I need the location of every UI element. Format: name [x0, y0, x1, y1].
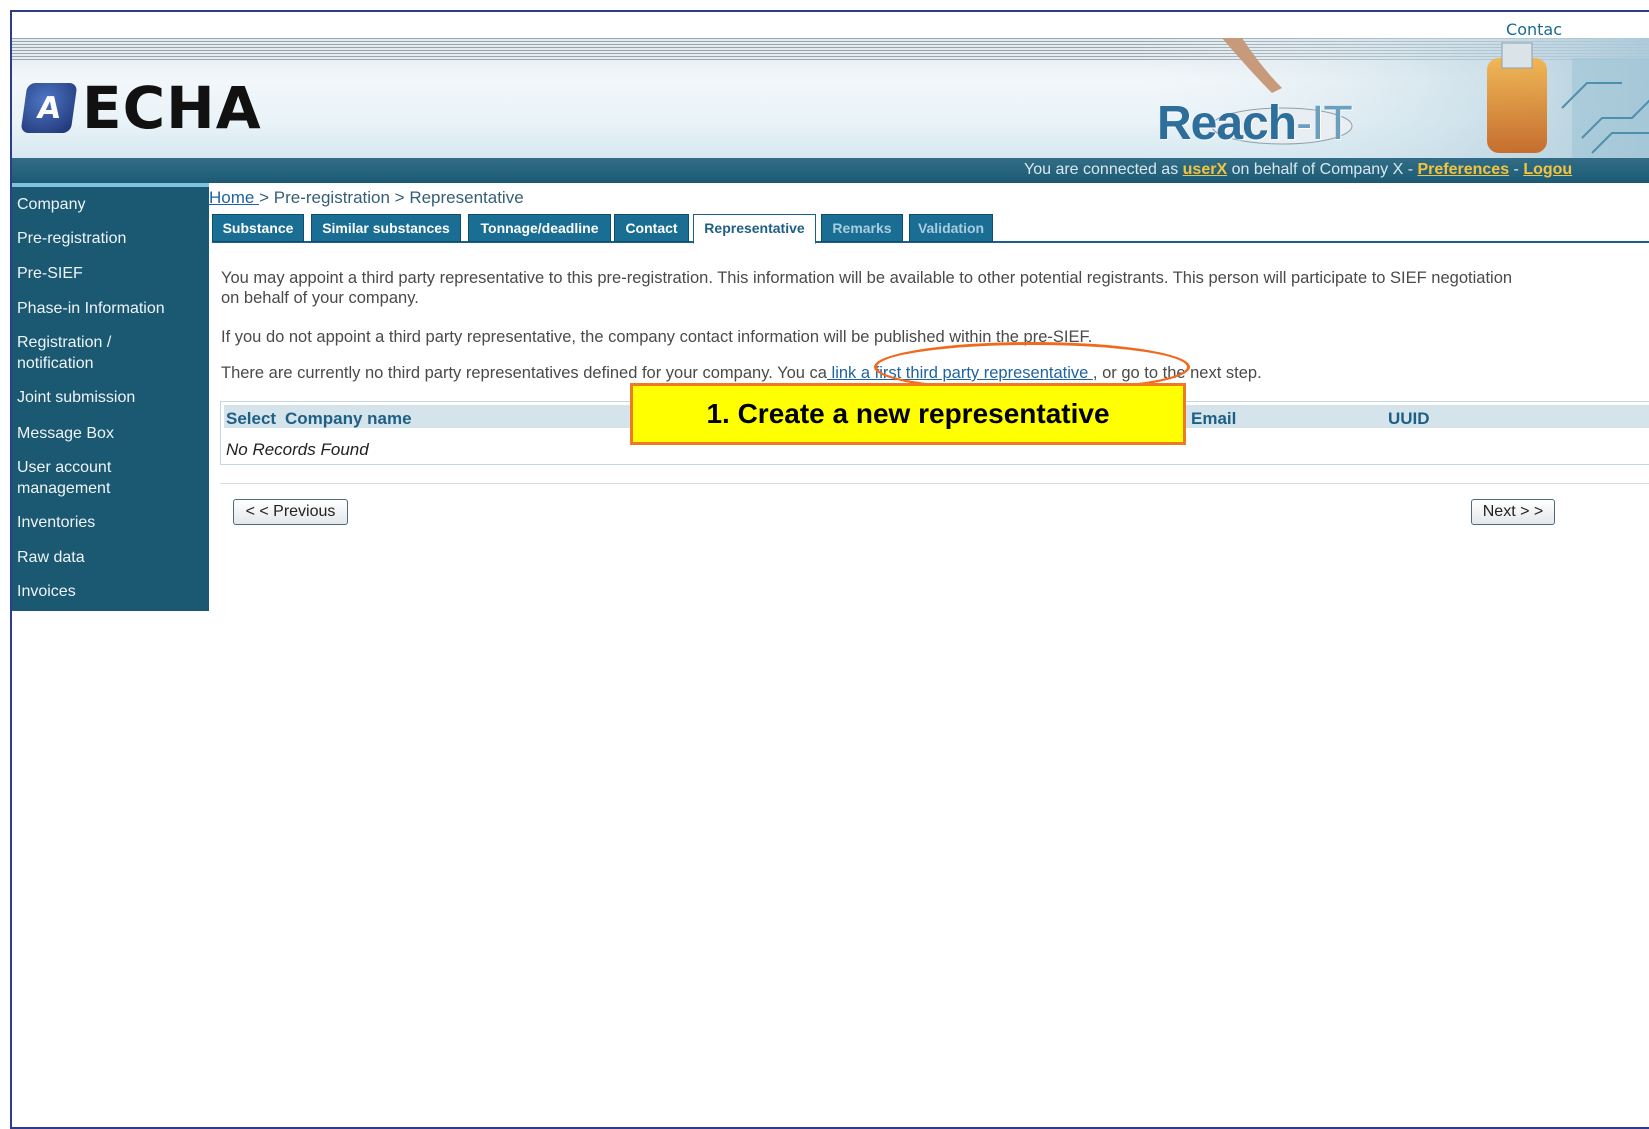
tab-contact[interactable]: Contact: [614, 214, 689, 242]
connection-bar: You are connected as userX on behalf of …: [12, 158, 1649, 183]
header-banner: A ECHA Reach-IT: [12, 38, 1649, 158]
column-header-email[interactable]: Email: [1191, 409, 1236, 429]
conn-prefix: You are connected as: [1024, 161, 1179, 178]
user-link[interactable]: userX: [1183, 161, 1227, 178]
sidebar-item-invoices[interactable]: Invoices: [17, 581, 76, 602]
column-header-uuid[interactable]: UUID: [1388, 409, 1430, 429]
tab-remarks[interactable]: Remarks: [821, 214, 903, 242]
intro-paragraph: You may appoint a third party representa…: [221, 269, 1513, 307]
echa-emblem-icon: A: [20, 83, 78, 133]
conn-sep: -: [1513, 161, 1519, 178]
status-text-prefix: There are currently no third party repre…: [221, 364, 827, 382]
tab-substance[interactable]: Substance: [212, 214, 304, 242]
logo-text: ECHA: [82, 74, 262, 142]
tab-validation[interactable]: Validation: [909, 214, 993, 242]
breadcrumb-home[interactable]: Home: [209, 188, 259, 207]
preferences-link[interactable]: Preferences: [1417, 161, 1509, 178]
contact-link[interactable]: Contac: [1506, 20, 1562, 39]
sidebar-item-joint-submission[interactable]: Joint submission: [17, 387, 135, 408]
instruction-callout: 1. Create a new representative: [630, 383, 1186, 445]
sidebar-item-message-box[interactable]: Message Box: [17, 423, 114, 444]
sidebar-menu: Company Pre-registration Pre-SIEF Phase-…: [12, 183, 209, 611]
app-title-main: Reach: [1157, 97, 1297, 150]
sidebar-item-pre-registration[interactable]: Pre-registration: [17, 228, 126, 249]
echa-logo: A ECHA: [20, 74, 262, 142]
connection-status: You are connected as userX on behalf of …: [1024, 161, 1572, 179]
sidebar-item-raw-data[interactable]: Raw data: [17, 547, 85, 568]
conn-middle: on behalf of Company X -: [1231, 161, 1414, 178]
previous-button[interactable]: < < Previous: [233, 499, 348, 525]
breadcrumb: Home > Pre-registration > Representative: [209, 188, 524, 208]
sidebar-item-inventories[interactable]: Inventories: [17, 512, 95, 533]
column-header-select[interactable]: Select: [226, 409, 276, 429]
breadcrumb-rest: > Pre-registration > Representative: [259, 188, 524, 207]
app-window: Contac A ECHA Reach-IT You are connected…: [10, 10, 1649, 1129]
app-title-suffix: -IT: [1296, 97, 1353, 150]
sidebar-item-pre-sief[interactable]: Pre-SIEF: [17, 263, 83, 284]
sidebar-item-company[interactable]: Company: [17, 194, 85, 215]
tab-tonnage-deadline[interactable]: Tonnage/deadline: [468, 214, 611, 242]
app-title: Reach-IT: [1157, 96, 1353, 151]
sidebar-item-phase-in-information[interactable]: Phase-in Information: [17, 298, 165, 319]
tab-representative[interactable]: Representative: [693, 214, 816, 244]
sidebar-item-registration-notification[interactable]: Registration / notification: [17, 332, 177, 374]
divider: [220, 483, 1649, 484]
tab-similar-substances[interactable]: Similar substances: [311, 214, 461, 242]
no-records-text: No Records Found: [226, 440, 369, 459]
next-button[interactable]: Next > >: [1471, 499, 1555, 525]
sidebar-item-user-account-management[interactable]: User account management: [17, 457, 177, 499]
column-header-company-name[interactable]: Company name: [285, 409, 412, 429]
logout-link[interactable]: Logou: [1523, 161, 1572, 178]
